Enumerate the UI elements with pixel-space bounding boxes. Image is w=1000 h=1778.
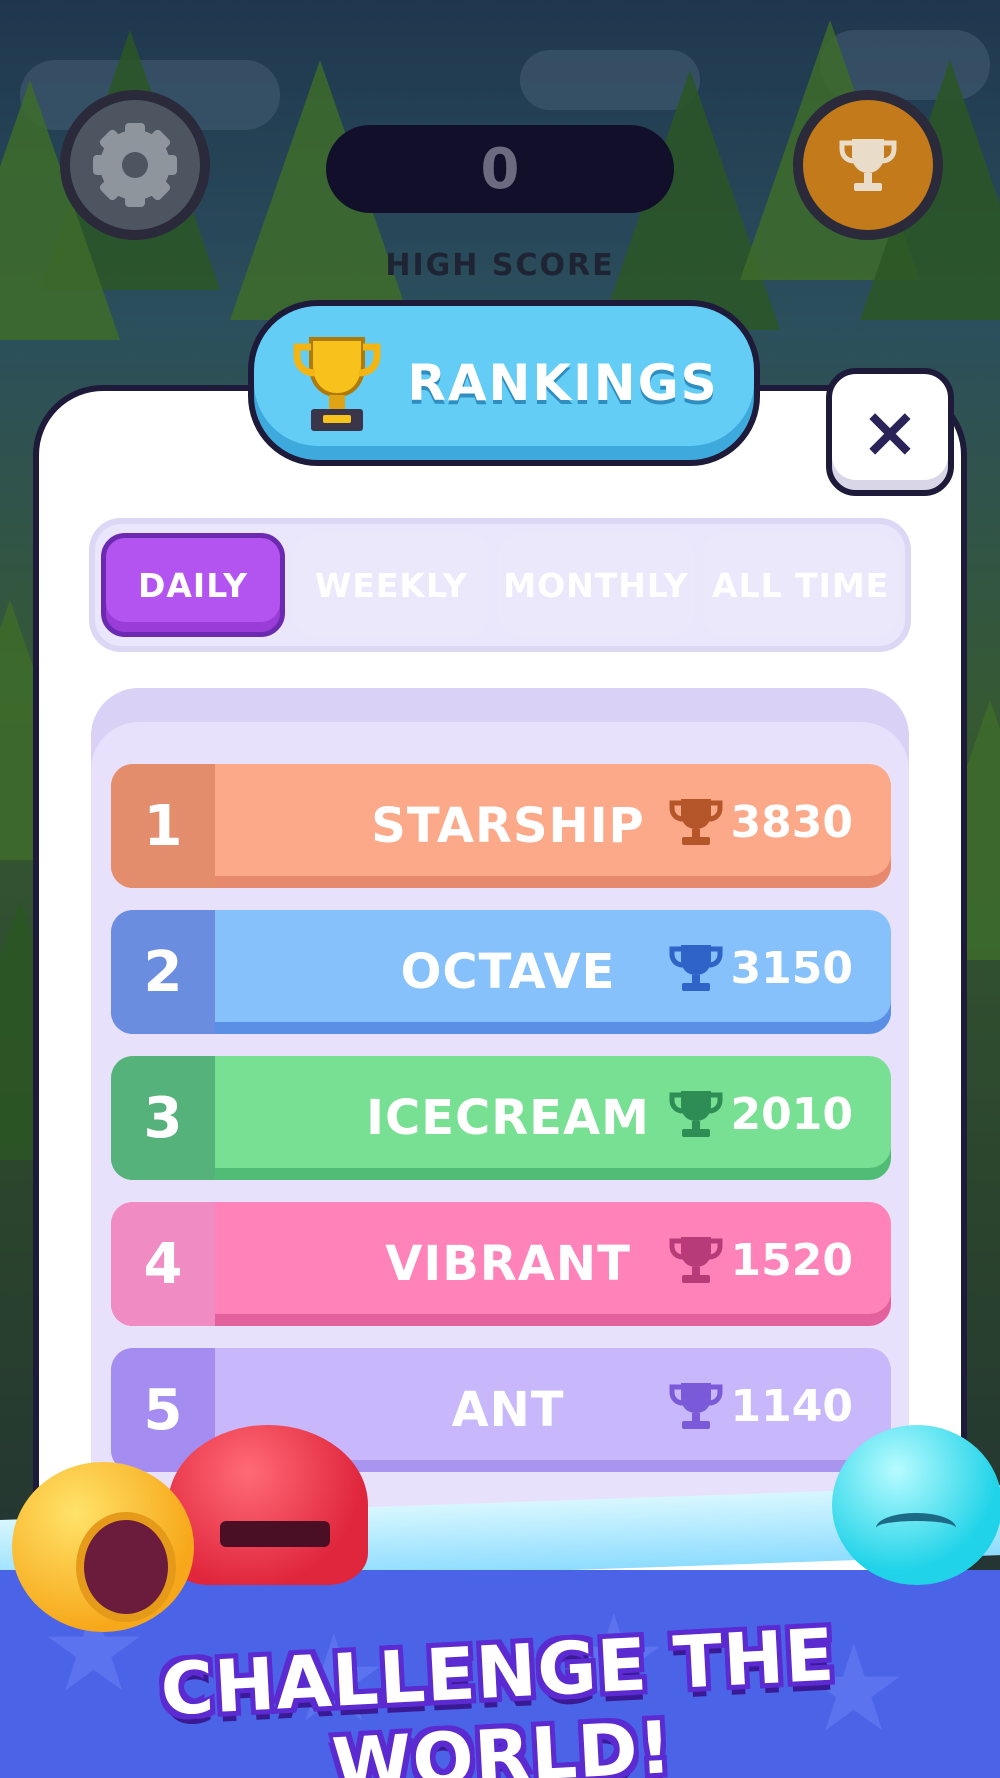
high-score-label: HIGH SCORE xyxy=(385,248,615,283)
leaderboard-row[interactable]: 2 OCTAVE 3150 xyxy=(111,910,891,1034)
player-score: 3830 xyxy=(667,792,853,852)
tab-monthly[interactable]: MONTHLY xyxy=(497,533,695,637)
score-value: 2010 xyxy=(730,1088,853,1140)
close-button[interactable]: × xyxy=(826,368,954,496)
gear-icon xyxy=(93,123,177,207)
rankings-header: RANKINGS xyxy=(248,300,760,466)
cyan-blob-character xyxy=(832,1425,1000,1585)
rank-number: 2 xyxy=(111,910,215,1034)
rank-number: 3 xyxy=(111,1056,215,1180)
score-value: 3830 xyxy=(730,796,853,848)
tab-weekly[interactable]: WEEKLY xyxy=(293,533,490,637)
score-value: 3150 xyxy=(730,942,853,994)
trophy-icon xyxy=(669,1091,723,1137)
settings-button[interactable] xyxy=(60,90,210,240)
score-value: 1520 xyxy=(730,1234,853,1286)
rank-number: 1 xyxy=(111,764,215,888)
yellow-blob-character xyxy=(12,1462,194,1632)
rankings-title: RANKINGS xyxy=(407,354,719,412)
close-icon: × xyxy=(860,391,920,473)
player-score: 1520 xyxy=(667,1230,853,1290)
tab-all-time[interactable]: ALL TIME xyxy=(702,533,900,637)
trophy-icon xyxy=(669,799,723,845)
leaderboard-row[interactable]: 3 ICECREAM 2010 xyxy=(111,1056,891,1180)
leaderboard-button[interactable] xyxy=(793,90,943,240)
player-score: 2010 xyxy=(667,1084,853,1144)
trophy-icon xyxy=(839,139,897,191)
player-score: 1140 xyxy=(667,1376,853,1436)
player-score: 3150 xyxy=(667,938,853,998)
leaderboard-row[interactable]: 1 STARSHIP 3830 xyxy=(111,764,891,888)
gold-trophy-icon xyxy=(293,337,381,431)
tab-daily[interactable]: DAILY xyxy=(101,533,285,637)
red-blob-character xyxy=(168,1425,368,1585)
score-value: 1140 xyxy=(730,1380,853,1432)
trophy-icon xyxy=(669,1383,723,1429)
trophy-icon xyxy=(669,945,723,991)
trophy-icon xyxy=(669,1237,723,1283)
rank-number: 4 xyxy=(111,1202,215,1326)
leaderboard-row[interactable]: 4 VIBRANT 1520 xyxy=(111,1202,891,1326)
current-score: 0 xyxy=(326,125,674,213)
period-tabs: DAILY WEEKLY MONTHLY ALL TIME xyxy=(89,518,911,652)
